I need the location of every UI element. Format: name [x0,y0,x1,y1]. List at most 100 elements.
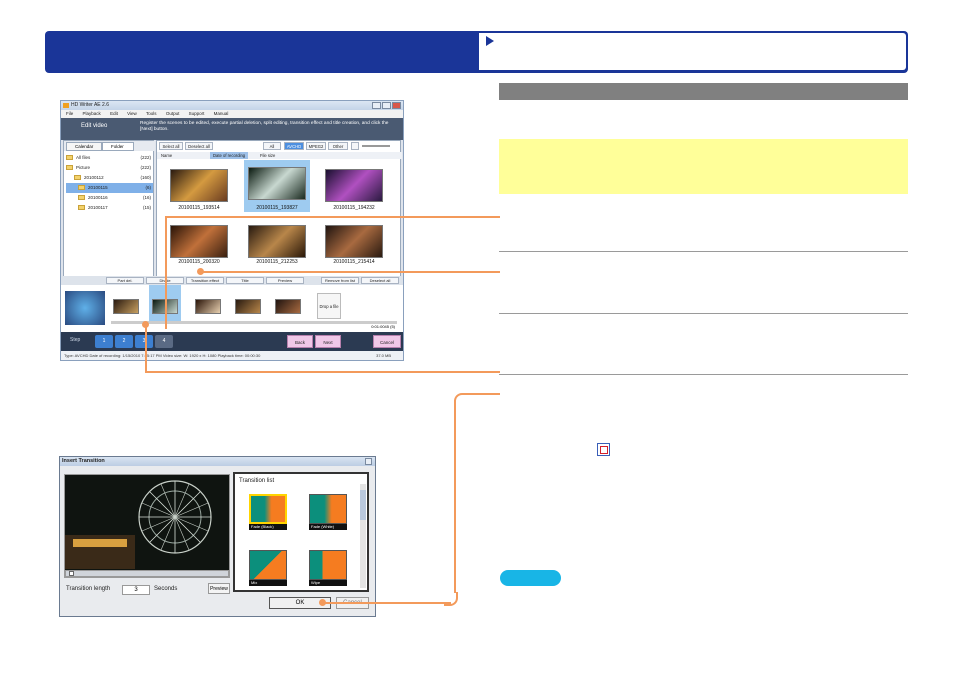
preview-button[interactable]: Preview [266,277,304,284]
transition-wipe[interactable] [309,550,347,580]
folder-icon [66,155,73,161]
thumbnail[interactable] [170,225,228,258]
menu-file[interactable]: File [66,111,73,116]
step-1: 1 [95,335,113,348]
tab-folder[interactable]: Folder [102,142,134,151]
thumbnail[interactable] [170,169,228,202]
app-logo-icon [63,103,69,108]
panel-tabs: Calendar Folder [64,141,155,151]
thumbnail[interactable] [325,225,383,258]
column-size[interactable]: File size [260,152,275,159]
window-title: HD Writer AE 2.6 [71,102,109,108]
total-time: 0:01:0045 (5) [371,324,395,329]
transition-list-scrollbar[interactable] [360,484,366,588]
seek-bar[interactable] [65,570,229,577]
thumbnail[interactable] [248,167,306,200]
tree-item-20100115[interactable]: 20100115 (6) [66,183,153,193]
callout-line [165,216,500,218]
thumbnail[interactable] [325,169,383,202]
tree-item-all-files[interactable]: All files (222) [66,153,153,163]
close-icon[interactable] [392,102,401,109]
maximize-icon[interactable] [382,102,391,109]
edit-icon [597,443,610,456]
divider [499,374,908,375]
tree-item-label: Picture [76,165,91,170]
transition-list-title: Transition list [239,478,275,484]
mode-banner: Edit video Register the scenes to be edi… [61,118,403,140]
dialog-title-bar: Insert Transition [60,457,375,466]
filter-other-button[interactable]: Other [328,142,348,150]
scrollbar-thumb[interactable] [360,490,366,520]
cancel-button[interactable]: Cancel [373,335,401,348]
dialog-title: Insert Transition [62,458,105,464]
view-toggle-icon[interactable] [351,142,359,150]
deselect-all-list-button[interactable]: Deselect all [361,277,399,284]
tree-item-count: (6) [145,185,152,190]
tree-item-20100116[interactable]: 20100116 (16) [66,193,153,203]
mode-title: Edit video [81,123,108,129]
section-heading-bar [499,83,908,100]
column-header: Name Date of recording File size [157,152,402,159]
timeline-clip[interactable] [195,299,221,314]
tree-item-20100117[interactable]: 20100117 (15) [66,203,153,213]
transition-label: Fade (Black) [249,524,287,530]
part-delete-button[interactable]: Part del. [106,277,144,284]
deselect-all-button[interactable]: Deselect all [185,142,213,150]
transition-fade-white[interactable] [309,494,347,524]
transition-label: Mix [249,580,287,586]
status-size: 37.0 MB [376,353,391,358]
insert-transition-dialog: Insert Transition Transition length 3 Se… [59,456,376,617]
menu-support[interactable]: Support [189,111,205,116]
filter-mpeg2-button[interactable]: MPEG2 [306,142,326,150]
minimize-icon[interactable] [372,102,381,109]
thumbnail-label: 20100115_193514 [178,205,220,211]
step-4: 4 [155,335,173,348]
seek-knob[interactable] [69,571,74,576]
preview-button[interactable]: Preview [208,583,230,594]
filter-avchd-button[interactable]: AVCHD [284,142,304,150]
transition-mix[interactable] [249,550,287,580]
title-button[interactable]: Title [226,277,264,284]
transition-length-stepper[interactable]: 3 [122,585,150,595]
callout-line [200,271,500,273]
tree-item-20100112[interactable]: 20100112 (160) [66,173,153,183]
timeline-clip[interactable] [235,299,261,314]
close-icon[interactable] [365,458,372,465]
ferris-wheel-preview [65,475,229,569]
tree-item-count: (15) [142,205,151,210]
tree-item-label: All files [76,155,91,160]
next-button[interactable]: Next [315,335,341,348]
menu-playback[interactable]: Playback [83,111,101,116]
thumbnail-label: 20100115_200320 [178,259,220,265]
column-name[interactable]: Name [161,152,172,159]
step-bar: Step 1 2 3 4 Back Next Cancel [61,332,403,351]
drop-a-file-zone[interactable]: Drop a file [317,293,341,319]
select-all-button[interactable]: Select all [159,142,183,150]
folder-icon [74,175,81,181]
tree-item-label: 20100117 [88,205,108,210]
filter-all-button[interactable]: All [263,142,281,150]
menu-manual[interactable]: Manual [214,111,229,116]
tab-calendar[interactable]: Calendar [66,142,102,151]
folder-icon [78,205,85,211]
tree-item-count: (16) [142,195,151,200]
zoom-slider[interactable] [362,145,390,147]
column-date[interactable]: Date of recording [210,152,249,159]
transition-effect-button[interactable]: Transition effect [186,277,224,284]
thumbnail-label: 20100115_215414 [333,259,375,265]
transition-fade-black[interactable] [249,494,287,524]
note-badge [500,570,561,586]
step-2: 2 [115,335,133,348]
menu-view[interactable]: View [127,111,137,116]
timeline-scrollbar[interactable] [111,321,397,324]
thumbnail[interactable] [248,225,306,258]
back-button[interactable]: Back [287,335,313,348]
timeline-clip[interactable] [275,299,301,314]
tree-item-picture[interactable]: Picture (222) [66,163,153,173]
timeline-clip[interactable] [113,299,139,314]
menu-output[interactable]: Output [166,111,180,116]
menu-tools[interactable]: Tools [146,111,157,116]
transition-label: Fade (White) [309,524,347,530]
remove-from-list-button[interactable]: Remove from list [321,277,359,284]
menu-edit[interactable]: Edit [110,111,118,116]
